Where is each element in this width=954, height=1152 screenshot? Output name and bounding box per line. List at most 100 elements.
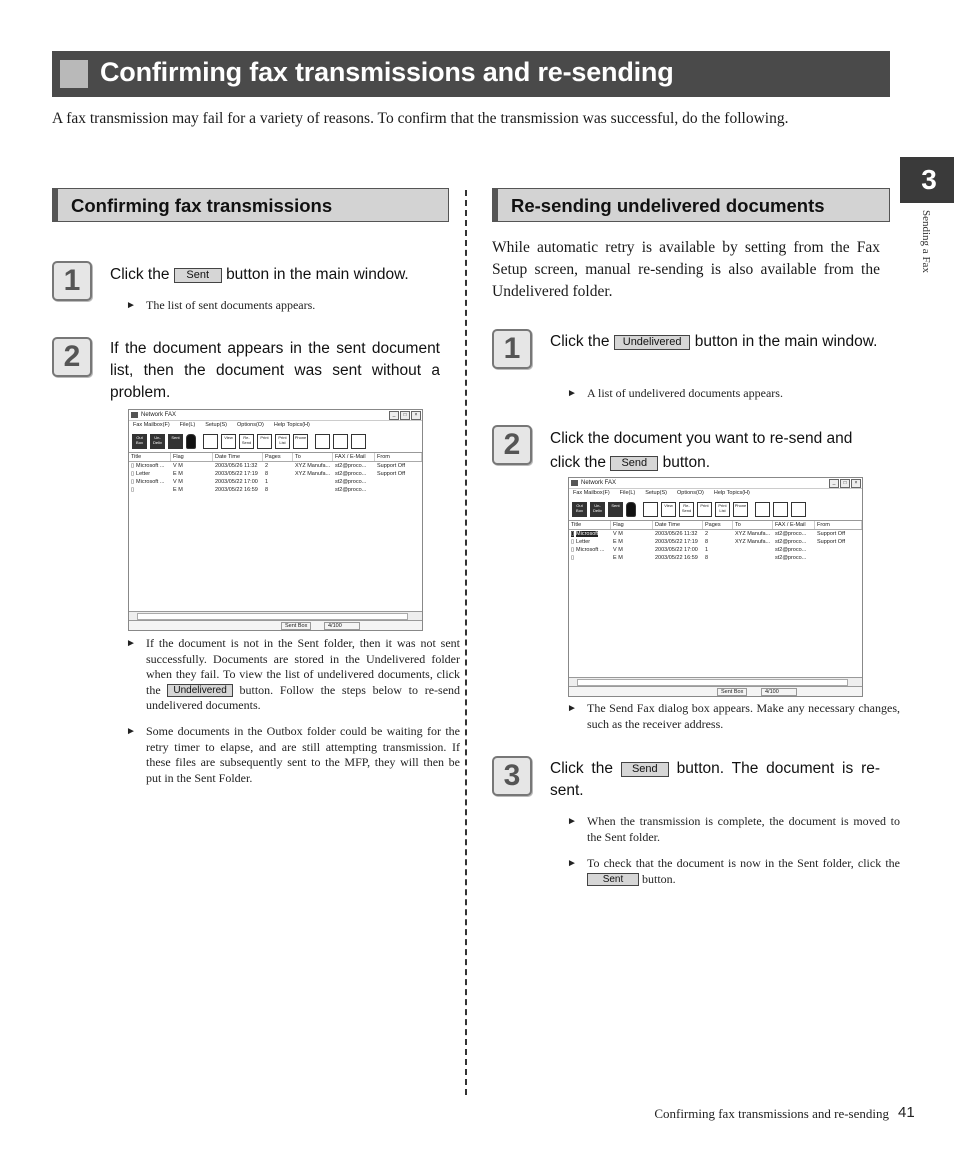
col-from[interactable]: From [815,521,862,529]
list-cell: 1 [265,479,269,485]
col-fax-email[interactable]: FAX / E-Mail [773,521,815,529]
undelivered-list: ▯ Microsoft V M 2003/05/26 11:32 2 XYZ Manufa… [569,530,862,562]
undelivered-toolbar-button[interactable]: Un-Deliv [590,501,605,517]
maximize-icon[interactable]: □ [840,479,850,488]
tools-icon[interactable] [791,501,806,517]
window-title: Network FAX [581,480,617,486]
col-pages[interactable]: Pages [263,453,293,461]
outbox-button[interactable]: Out Box [132,433,147,449]
list-row[interactable]: ▯ Letter E M 2003/05/22 17:19 8 XYZ Manufa..… [129,470,422,478]
close-icon[interactable]: × [411,411,421,420]
document-icon: ▯ [571,531,575,537]
col-flag[interactable]: Flag [611,521,653,529]
col-flag[interactable]: Flag [171,453,213,461]
col-fax-email[interactable]: FAX / E-Mail [333,453,375,461]
resend-button[interactable]: Re-Send [679,501,694,517]
print-button[interactable]: Print [257,433,272,449]
undelivered-button[interactable]: Undelivered [167,683,233,697]
column-divider [465,190,467,1095]
step-number-1: 1 [52,261,92,301]
menu-help[interactable]: Help Topics(H) [274,421,310,430]
menu-fax-mailbox[interactable]: Fax Mailbox(F) [573,489,610,498]
resend-button[interactable]: Re-Send [239,433,254,449]
list-cell: st2@proco... [775,555,807,561]
list-header: Title Flag Date Time Pages To FAX / E-Ma… [129,453,422,462]
sent-toolbar-button[interactable]: Sent [608,501,623,517]
view-button[interactable]: View [661,501,676,517]
col-date[interactable]: Date Time [213,453,263,461]
col-title[interactable]: Title [129,453,171,461]
list-row[interactable]: ▯ Microsoft ... V M 2003/05/22 17:00 1 st2@pr… [129,478,422,486]
sent-button[interactable]: Sent [587,872,639,886]
print-list-button[interactable]: Print List [275,433,290,449]
menu-file[interactable]: File(L) [620,489,636,498]
menu-fax-mailbox[interactable]: Fax Mailbox(F) [133,421,170,430]
tools-icon[interactable] [351,433,366,449]
menu-bar: Fax Mailbox(F) File(L) Setup(S) Options(… [129,421,422,430]
print-button[interactable]: Print [697,501,712,517]
list-cell: st2@proco... [775,531,807,537]
settings-icon[interactable] [773,501,788,517]
phonebook-button[interactable]: Phone [293,433,308,449]
list-cell: 2003/05/22 17:19 [655,539,698,545]
step-number-r1: 1 [492,329,532,369]
list-cell: st2@proco... [335,487,367,493]
edit-icon[interactable] [315,433,330,449]
list-row[interactable]: ▯ E M 2003/05/22 16:59 8 st2@proco... [569,554,862,562]
list-row[interactable]: ▯ Microsoft V M 2003/05/26 11:32 2 XYZ Manufa… [569,530,862,538]
horizontal-scrollbar[interactable] [129,611,422,620]
menu-file[interactable]: File(L) [180,421,196,430]
list-cell: XYZ Manufa... [295,471,331,477]
footer-title: Confirming fax transmissions and re-send… [654,1106,889,1121]
menu-setup[interactable]: Setup(S) [645,489,667,498]
menu-help[interactable]: Help Topics(H) [714,489,750,498]
list-row[interactable]: ▯ Microsoft ... V M 2003/05/22 17:00 1 st2@pr… [569,546,862,554]
resend-step-1-note: ► A list of undelivered documents appear… [567,386,783,400]
phonebook-button[interactable]: Phone [733,501,748,517]
settings-icon[interactable] [333,433,348,449]
minimize-icon[interactable]: _ [389,411,399,420]
list-row[interactable]: ▯ Microsoft ... V M 2003/05/26 11:32 2 XYZ Ma… [129,462,422,470]
print-list-button[interactable]: Print List [715,501,730,517]
outbox-button[interactable]: Out Box [572,501,587,517]
list-cell: Support Off [377,471,406,477]
col-pages[interactable]: Pages [703,521,733,529]
undelivered-toolbar-button[interactable]: Un-Deliv [150,433,165,449]
list-cell: 8 [705,539,709,545]
list-row[interactable]: ▯ Letter E M 2003/05/22 17:19 8 XYZ Manufa..… [569,538,862,546]
send-fax-icon[interactable] [643,501,658,517]
send-button[interactable]: Send [610,456,659,471]
col-to[interactable]: To [293,453,333,461]
list-row[interactable]: ▯ E M 2003/05/22 16:59 8 st2@proco... [129,486,422,494]
col-to[interactable]: To [733,521,773,529]
trash-icon[interactable] [626,501,636,517]
window-titlebar: Network FAX _ □ × [569,478,862,489]
send-fax-icon[interactable] [203,433,218,449]
menu-options[interactable]: Options(O) [237,421,264,430]
col-from[interactable]: From [375,453,422,461]
edit-icon[interactable] [755,501,770,517]
send-button[interactable]: Send [620,762,669,777]
trash-icon[interactable] [186,433,196,449]
horizontal-scrollbar[interactable] [569,677,862,686]
undelivered-button[interactable]: Undelivered [613,335,691,350]
list-cell: 2003/05/22 17:00 [655,547,698,553]
view-button[interactable]: View [221,433,236,449]
close-icon[interactable]: × [851,479,861,488]
sent-toolbar-button[interactable]: Sent [168,433,183,449]
minimize-icon[interactable]: _ [829,479,839,488]
menu-options[interactable]: Options(O) [677,489,704,498]
list-cell: st2@proco... [775,539,807,545]
list-cell: ▯ Microsoft ... [571,547,605,553]
menu-setup[interactable]: Setup(S) [205,421,227,430]
maximize-icon[interactable]: □ [400,411,410,420]
document-icon: ▯ [131,463,135,469]
resend-step-3-note-1: ► When the transmission is complete, the… [567,814,900,844]
status-count: 4/100 [324,622,360,630]
col-title[interactable]: Title [569,521,611,529]
sent-button[interactable]: Sent [173,268,222,283]
menu-bar: Fax Mailbox(F) File(L) Setup(S) Options(… [569,489,862,498]
col-date[interactable]: Date Time [653,521,703,529]
list-cell [815,554,862,562]
list-cell: XYZ Manufa... [735,531,771,537]
